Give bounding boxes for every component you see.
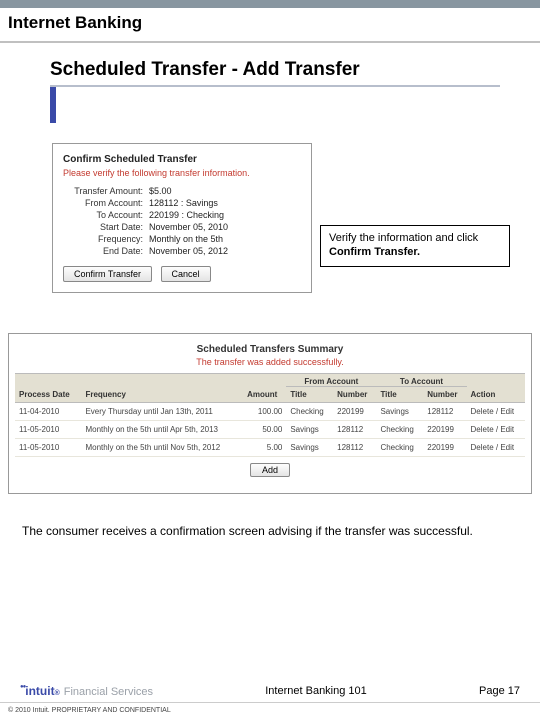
page-heading: Scheduled Transfer - Add Transfer	[50, 59, 500, 87]
cell-to-number: 128112	[423, 403, 466, 421]
cell-date: 11-05-2010	[15, 421, 81, 439]
callout-line2: Confirm Transfer.	[329, 246, 420, 258]
logo-main: intuit	[25, 684, 54, 698]
cell-to-title: Savings	[376, 403, 423, 421]
value-from: 128112 : Savings	[149, 198, 218, 208]
copyright: © 2010 Intuit. PROPRIETARY AND CONFIDENT…	[0, 702, 540, 720]
th-process-date: Process Date	[15, 374, 81, 403]
cell-freq: Monthly on the 5th until Apr 5th, 2013	[81, 421, 243, 439]
summary-success-msg: The transfer was added successfully.	[15, 357, 525, 367]
cell-action[interactable]: Delete / Edit	[467, 403, 525, 421]
callout-line1: Verify the information and click	[329, 232, 478, 244]
label-to: To Account:	[63, 210, 149, 220]
add-button[interactable]: Add	[250, 463, 290, 477]
cell-to-title: Checking	[376, 439, 423, 457]
cell-to-number: 220199	[423, 439, 466, 457]
cell-amount: 100.00	[243, 403, 286, 421]
cell-from-title: Savings	[286, 439, 333, 457]
cell-to-number: 220199	[423, 421, 466, 439]
cell-action[interactable]: Delete / Edit	[467, 421, 525, 439]
cell-amount: 50.00	[243, 421, 286, 439]
value-amount: $5.00	[149, 186, 172, 196]
summary-table: Process Date Frequency Amount From Accou…	[15, 373, 525, 457]
label-amount: Transfer Amount:	[63, 186, 149, 196]
th-to-number: Number	[423, 387, 466, 403]
cell-from-number: 128112	[333, 421, 376, 439]
summary-panel: Scheduled Transfers Summary The transfer…	[8, 333, 532, 494]
cell-from-number: 128112	[333, 439, 376, 457]
th-from-number: Number	[333, 387, 376, 403]
table-row: 11-04-2010Every Thursday until Jan 13th,…	[15, 403, 525, 421]
value-to: 220199 : Checking	[149, 210, 224, 220]
cell-action[interactable]: Delete / Edit	[467, 439, 525, 457]
th-frequency: Frequency	[81, 374, 243, 403]
confirm-warning: Please verify the following transfer inf…	[63, 168, 301, 178]
cell-freq: Every Thursday until Jan 13th, 2011	[81, 403, 243, 421]
cancel-button[interactable]: Cancel	[161, 266, 211, 282]
label-end: End Date:	[63, 246, 149, 256]
th-to-group: To Account	[376, 374, 466, 387]
confirm-transfer-button[interactable]: Confirm Transfer	[63, 266, 152, 282]
cell-date: 11-04-2010	[15, 403, 81, 421]
doc-title: Internet Banking	[0, 8, 540, 43]
th-from-title: Title	[286, 387, 333, 403]
intuit-logo: ●●intuit® Financial Services	[20, 684, 153, 698]
cell-amount: 5.00	[243, 439, 286, 457]
summary-title: Scheduled Transfers Summary	[15, 344, 525, 355]
cell-date: 11-05-2010	[15, 439, 81, 457]
logo-sub: Financial Services	[64, 686, 153, 698]
th-action: Action	[467, 374, 525, 403]
th-amount: Amount	[243, 374, 286, 403]
top-stripe	[0, 0, 540, 8]
cell-to-title: Checking	[376, 421, 423, 439]
body-note: The consumer receives a confirmation scr…	[22, 524, 518, 540]
value-end: November 05, 2012	[149, 246, 228, 256]
confirm-title: Confirm Scheduled Transfer	[63, 154, 301, 165]
label-from: From Account:	[63, 198, 149, 208]
accent-bar	[50, 87, 56, 123]
cell-from-title: Savings	[286, 421, 333, 439]
footer-page: Page 17	[479, 685, 520, 697]
table-row: 11-05-2010Monthly on the 5th until Nov 5…	[15, 439, 525, 457]
confirm-panel: Confirm Scheduled Transfer Please verify…	[52, 143, 312, 293]
footer: ●●intuit® Financial Services Internet Ba…	[0, 684, 540, 720]
cell-from-number: 220199	[333, 403, 376, 421]
label-freq: Frequency:	[63, 234, 149, 244]
cell-freq: Monthly on the 5th until Nov 5th, 2012	[81, 439, 243, 457]
value-start: November 05, 2010	[149, 222, 228, 232]
label-start: Start Date:	[63, 222, 149, 232]
footer-course: Internet Banking 101	[153, 685, 479, 697]
value-freq: Monthly on the 5th	[149, 234, 223, 244]
callout-box: Verify the information and click Confirm…	[320, 225, 510, 267]
cell-from-title: Checking	[286, 403, 333, 421]
th-to-title: Title	[376, 387, 423, 403]
heading-area: Scheduled Transfer - Add Transfer	[50, 59, 500, 123]
th-from-group: From Account	[286, 374, 376, 387]
table-row: 11-05-2010Monthly on the 5th until Apr 5…	[15, 421, 525, 439]
